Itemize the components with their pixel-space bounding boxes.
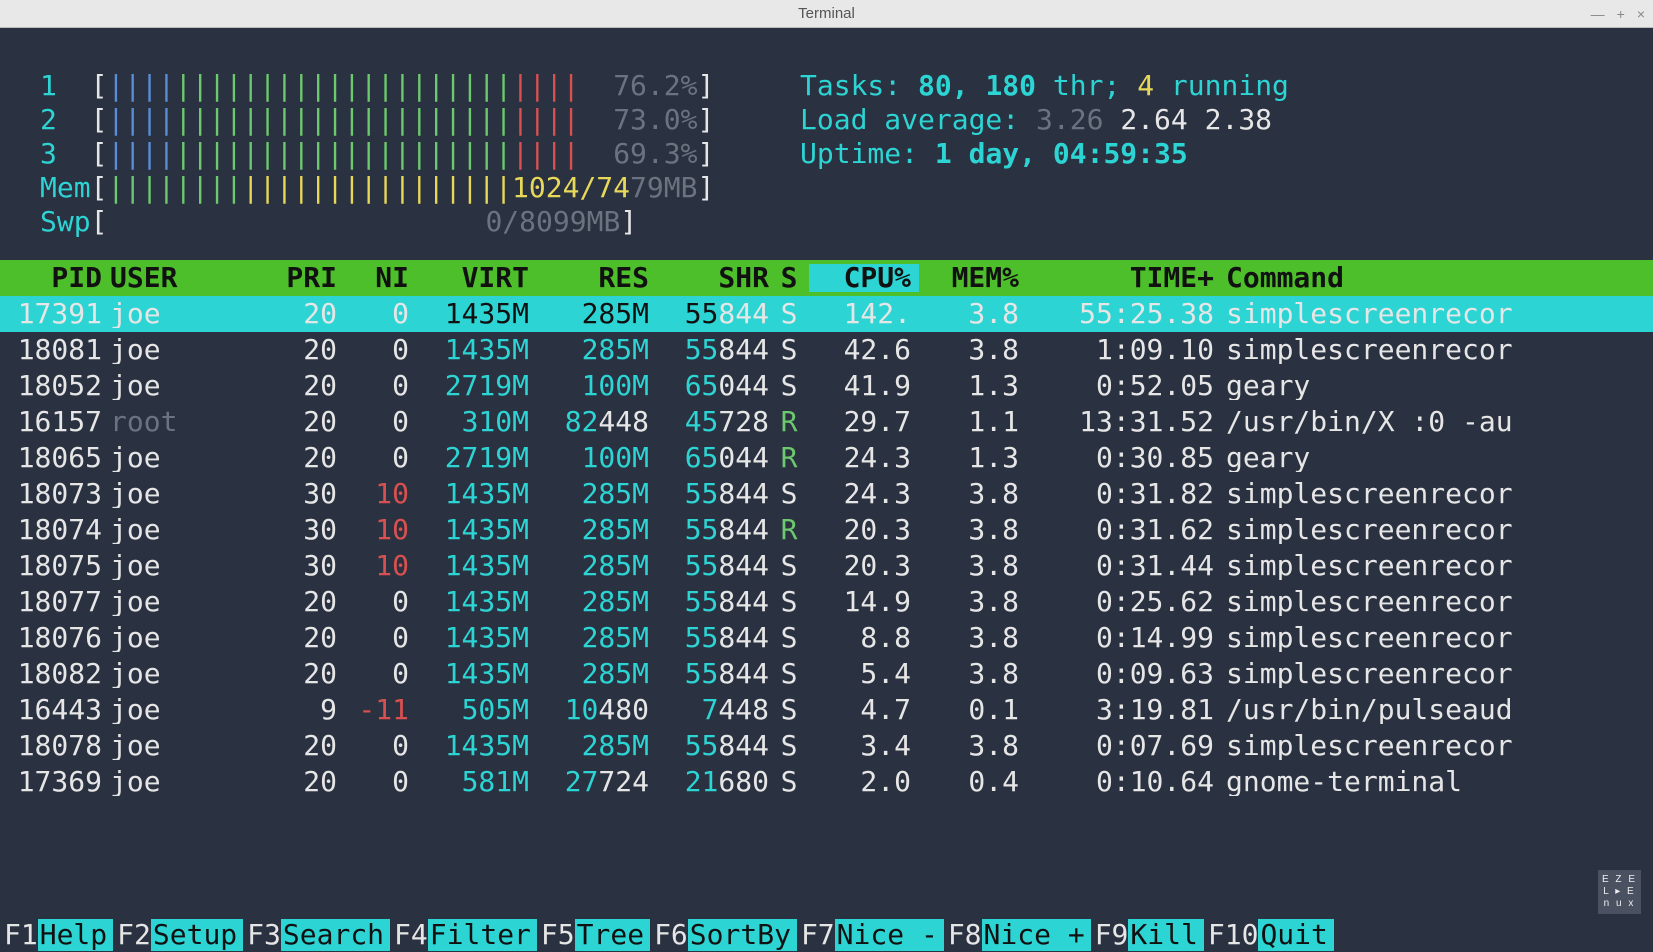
terminal-body[interactable]: 1 [|||||||||||||||||||||||||||| 76.2%] 2 … — [0, 28, 1653, 952]
table-row[interactable]: 18081joe2001435M285M55844S42.63.81:09.10… — [0, 332, 1653, 368]
window-titlebar: Terminal — + × — [0, 0, 1653, 28]
col-res[interactable]: RES — [529, 264, 649, 292]
cpu-meter: 3 [|||||||||||||||||||||||||||| 69.3%] — [40, 140, 780, 168]
col-pri[interactable]: PRI — [247, 264, 337, 292]
fkey-label: F2 — [113, 921, 151, 949]
meters-panel: 1 [|||||||||||||||||||||||||||| 76.2%] 2 … — [0, 48, 1653, 260]
fkey-label: F6 — [650, 921, 688, 949]
table-row[interactable]: 16443joe9-11505M104807448S4.70.13:19.81/… — [0, 692, 1653, 728]
col-cpu[interactable]: CPU% — [809, 264, 919, 292]
cpu-meter: 2 [|||||||||||||||||||||||||||| 73.0%] — [40, 106, 780, 134]
col-pid[interactable]: PID — [0, 264, 102, 292]
table-row[interactable]: 18077joe2001435M285M55844S14.93.80:25.62… — [0, 584, 1653, 620]
col-virt[interactable]: VIRT — [409, 264, 529, 292]
table-row[interactable]: 18065joe2002719M100M65044R24.31.30:30.85… — [0, 440, 1653, 476]
table-row[interactable]: 18082joe2001435M285M55844S5.43.80:09.63s… — [0, 656, 1653, 692]
window-title: Terminal — [798, 5, 855, 22]
fkey-action-tree[interactable]: Tree — [575, 919, 650, 951]
footer-bar: F1HelpF2SetupF3SearchF4FilterF5TreeF6Sor… — [0, 918, 1653, 952]
maximize-icon[interactable]: + — [1617, 6, 1625, 22]
process-list[interactable]: 17391joe2001435M285M55844S142.3.855:25.3… — [0, 296, 1653, 800]
table-row[interactable]: 17369joe200581M2772421680S2.00.40:10.64g… — [0, 764, 1653, 800]
col-shr[interactable]: SHR — [649, 264, 769, 292]
fkey-action-kill[interactable]: Kill — [1128, 919, 1203, 951]
minimize-icon[interactable]: — — [1591, 6, 1605, 22]
table-row[interactable]: 18078joe2001435M285M55844S3.43.80:07.69s… — [0, 728, 1653, 764]
col-time[interactable]: TIME+ — [1019, 264, 1214, 292]
table-row[interactable]: 18073joe30101435M285M55844S24.33.80:31.8… — [0, 476, 1653, 512]
column-header[interactable]: PID USER PRI NI VIRT RES SHR S CPU% MEM%… — [0, 260, 1653, 296]
fkey-label: F5 — [537, 921, 575, 949]
load-line: Load average: 3.26 2.64 2.38 — [800, 106, 1623, 134]
table-row[interactable]: 17391joe2001435M285M55844S142.3.855:25.3… — [0, 296, 1653, 332]
table-row[interactable]: 18076joe2001435M285M55844S8.83.80:14.99s… — [0, 620, 1653, 656]
fkey-label: F1 — [0, 921, 38, 949]
fkey-action-nice-+[interactable]: Nice + — [982, 919, 1091, 951]
fkey-label: F7 — [797, 921, 835, 949]
fkey-label: F4 — [390, 921, 428, 949]
col-mem[interactable]: MEM% — [919, 264, 1019, 292]
col-cmd[interactable]: Command — [1214, 264, 1653, 292]
table-row[interactable]: 16157root200310M8244845728R29.71.113:31.… — [0, 404, 1653, 440]
cpu-meter: 1 [|||||||||||||||||||||||||||| 76.2%] — [40, 72, 780, 100]
fkey-action-quit[interactable]: Quit — [1258, 919, 1333, 951]
fkey-action-search[interactable]: Search — [281, 919, 390, 951]
swp-meter: Swp[0/8099MB] — [40, 208, 780, 236]
fkey-action-setup[interactable]: Setup — [151, 919, 243, 951]
fkey-action-filter[interactable]: Filter — [428, 919, 537, 951]
fkey-label: F8 — [944, 921, 982, 949]
col-ni[interactable]: NI — [337, 264, 409, 292]
fkey-label: F10 — [1204, 921, 1259, 949]
tasks-line: Tasks: 80, 180 thr; 4 running — [800, 72, 1623, 100]
watermark: E Z E L ▸ E n u x — [1598, 870, 1641, 914]
fkey-action-help[interactable]: Help — [38, 919, 113, 951]
fkey-action-nice--[interactable]: Nice - — [835, 919, 944, 951]
col-s[interactable]: S — [769, 264, 809, 292]
table-row[interactable]: 18075joe30101435M285M55844S20.33.80:31.4… — [0, 548, 1653, 584]
col-user[interactable]: USER — [102, 264, 247, 292]
close-icon[interactable]: × — [1637, 6, 1645, 22]
fkey-label: F3 — [243, 921, 281, 949]
fkey-action-sortby[interactable]: SortBy — [688, 919, 797, 951]
uptime-line: Uptime: 1 day, 04:59:35 — [800, 140, 1623, 168]
table-row[interactable]: 18074joe30101435M285M55844R20.33.80:31.6… — [0, 512, 1653, 548]
fkey-label: F9 — [1091, 921, 1129, 949]
mem-meter: Mem[||||||||||||||||||||||||1024/7479MB] — [40, 174, 780, 202]
table-row[interactable]: 18052joe2002719M100M65044S41.91.30:52.05… — [0, 368, 1653, 404]
